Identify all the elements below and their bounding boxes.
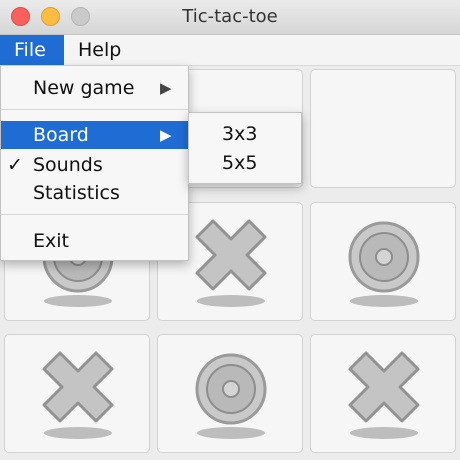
x-mark-icon [348,351,420,439]
file-menu[interactable]: File [0,35,64,65]
menu-item-sounds[interactable]: ✓ Sounds [1,151,188,179]
submenu-item-label: 5x5 [222,152,258,174]
help-menu[interactable]: Help [64,35,135,65]
menu-separator [1,109,188,110]
board-cell-x[interactable] [4,334,150,453]
board-submenu: 3x3 5x5 [188,112,302,184]
file-dropdown-menu: New game ▶ Board ▶ ✓ Sounds Statistics E… [0,66,189,261]
board-cell[interactable] [310,69,456,188]
x-mark-icon [195,219,267,307]
submenu-item-5x5[interactable]: 5x5 [189,149,301,177]
title-bar: Tic-tac-toe [0,0,460,35]
submenu-arrow-icon: ▶ [160,126,172,144]
window-title: Tic-tac-toe [182,6,278,27]
menu-item-label: New game [33,77,135,99]
board-cell-o[interactable] [157,334,303,453]
menu-item-label: Board [33,124,89,146]
x-mark-icon [42,351,114,439]
o-mark-icon [195,353,267,439]
menu-item-new-game[interactable]: New game ▶ [1,74,188,102]
menu-item-label: Statistics [33,182,120,204]
menu-item-board[interactable]: Board ▶ [1,121,188,149]
submenu-arrow-icon: ▶ [160,79,172,97]
submenu-item-label: 3x3 [222,123,258,145]
board-cell-x[interactable] [310,334,456,453]
menu-item-statistics[interactable]: Statistics [1,179,188,207]
board-cell-o[interactable] [310,202,456,321]
menu-item-exit[interactable]: Exit [1,227,188,255]
o-mark-icon [348,221,420,307]
submenu-item-3x3[interactable]: 3x3 [189,120,301,148]
menu-item-label: Sounds [33,154,103,176]
checkmark-icon: ✓ [7,154,23,176]
menu-bar: File Help [0,35,460,66]
menu-item-label: Exit [33,230,69,252]
menu-separator [1,214,188,215]
